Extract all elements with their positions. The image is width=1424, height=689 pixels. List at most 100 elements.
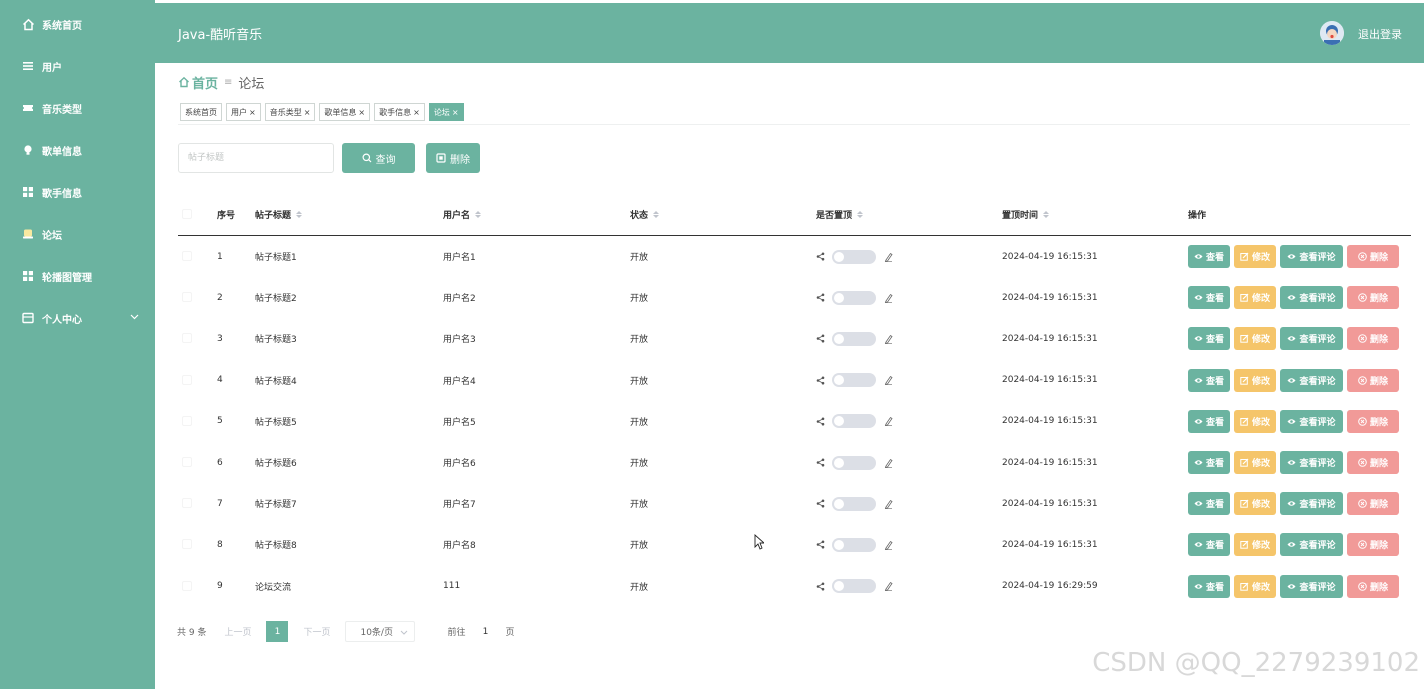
prev-page-button[interactable]: 上一页 [224, 625, 251, 638]
share-icon[interactable] [816, 252, 826, 261]
sidebar-item-singer[interactable]: 歌手信息 [0, 171, 155, 213]
sidebar-item-profile[interactable]: 个人中心 [0, 297, 155, 339]
share-icon[interactable] [816, 334, 826, 343]
column-header-status[interactable]: 状态 [630, 207, 660, 221]
column-header-pin-time[interactable]: 置顶时间 [1002, 207, 1050, 221]
query-button[interactable]: 查询 [342, 143, 415, 173]
sort-icon[interactable] [475, 210, 482, 218]
tag-home[interactable]: 系统首页 [180, 103, 222, 121]
view-comments-button[interactable]: 查看评论 [1280, 368, 1343, 392]
sidebar-item-forum[interactable]: 论坛 [0, 213, 155, 255]
share-icon[interactable] [816, 458, 826, 467]
pin-toggle-switch[interactable] [832, 249, 876, 264]
edit-button[interactable]: 修改 [1234, 409, 1276, 433]
select-all-checkbox[interactable] [182, 209, 192, 219]
edit-button[interactable]: 修改 [1234, 327, 1276, 351]
row-checkbox[interactable] [182, 292, 192, 303]
view-comments-button[interactable]: 查看评论 [1280, 245, 1343, 268]
share-icon[interactable] [816, 376, 826, 385]
delete-button[interactable]: 删除 [1347, 286, 1399, 310]
view-comments-button[interactable]: 查看评论 [1280, 533, 1343, 557]
view-comments-button[interactable]: 查看评论 [1280, 451, 1343, 474]
row-checkbox[interactable] [182, 415, 192, 426]
pin-toggle-switch[interactable] [832, 290, 876, 305]
column-header-title[interactable]: 帖子标题 [255, 207, 303, 221]
pin-toggle-switch[interactable] [832, 496, 876, 511]
share-icon[interactable] [816, 417, 826, 426]
view-button[interactable]: 查看 [1188, 574, 1230, 598]
pin-toggle-switch[interactable] [832, 537, 876, 552]
delete-button[interactable]: 删除 [1347, 574, 1399, 598]
close-icon[interactable]: × [358, 108, 365, 117]
delete-button[interactable]: 删除 [1347, 368, 1399, 392]
share-icon[interactable] [816, 499, 826, 508]
page-number-button[interactable]: 1 [266, 621, 289, 642]
delete-button[interactable]: 删除 [1347, 245, 1399, 268]
edit-button[interactable]: 修改 [1234, 533, 1276, 557]
row-checkbox[interactable] [182, 457, 192, 467]
view-comments-button[interactable]: 查看评论 [1280, 492, 1343, 516]
view-button[interactable]: 查看 [1188, 368, 1230, 392]
row-checkbox[interactable] [182, 498, 192, 509]
sidebar-item-music-type[interactable]: 音乐类型 [0, 87, 155, 129]
view-button[interactable]: 查看 [1188, 451, 1230, 474]
view-button[interactable]: 查看 [1188, 327, 1230, 351]
pin-toggle-switch[interactable] [832, 455, 876, 470]
edit-button[interactable]: 修改 [1234, 574, 1276, 598]
pen-icon[interactable] [884, 416, 893, 427]
view-button[interactable]: 查看 [1188, 409, 1230, 433]
share-icon[interactable] [816, 293, 826, 302]
goto-page-input[interactable] [471, 621, 500, 642]
search-input[interactable] [178, 143, 334, 173]
edit-button[interactable]: 修改 [1234, 451, 1276, 474]
batch-delete-button[interactable]: 删除 [426, 143, 480, 173]
tag-users[interactable]: 用户 × [226, 103, 261, 121]
tag-singer[interactable]: 歌手信息 × [374, 103, 425, 121]
avatar[interactable] [1320, 21, 1344, 45]
close-icon[interactable]: × [304, 108, 311, 117]
pin-toggle-switch[interactable] [832, 373, 876, 388]
share-icon[interactable] [816, 540, 826, 549]
view-comments-button[interactable]: 查看评论 [1280, 574, 1343, 598]
view-comments-button[interactable]: 查看评论 [1280, 409, 1343, 433]
edit-button[interactable]: 修改 [1234, 368, 1276, 392]
delete-button[interactable]: 删除 [1347, 492, 1399, 516]
row-checkbox[interactable] [182, 580, 192, 591]
pin-toggle-switch[interactable] [832, 414, 876, 429]
row-checkbox[interactable] [182, 333, 192, 344]
view-comments-button[interactable]: 查看评论 [1280, 286, 1343, 310]
sidebar-item-home[interactable]: 系统首页 [0, 3, 155, 45]
row-checkbox[interactable] [182, 539, 192, 550]
tag-playlist[interactable]: 歌单信息 × [319, 103, 371, 121]
delete-button[interactable]: 删除 [1347, 327, 1399, 351]
page-size-select[interactable]: 10条/页 [345, 621, 416, 642]
pin-toggle-switch[interactable] [832, 579, 876, 594]
column-header-user[interactable]: 用户名 [443, 207, 482, 221]
sort-icon[interactable] [296, 210, 303, 218]
tag-forum[interactable]: 论坛 × [428, 103, 464, 121]
close-icon[interactable]: × [413, 108, 420, 117]
pen-icon[interactable] [884, 293, 893, 303]
delete-button[interactable]: 删除 [1347, 451, 1399, 474]
breadcrumb-home[interactable]: 首页 [178, 73, 218, 92]
pen-icon[interactable] [884, 252, 893, 262]
edit-button[interactable]: 修改 [1234, 492, 1276, 516]
edit-button[interactable]: 修改 [1234, 286, 1276, 310]
tag-music-type[interactable]: 音乐类型 × [264, 103, 316, 121]
sort-icon[interactable] [857, 210, 864, 218]
pen-icon[interactable] [884, 458, 893, 468]
delete-button[interactable]: 删除 [1347, 533, 1399, 557]
pin-toggle-switch[interactable] [832, 331, 876, 346]
pen-icon[interactable] [884, 540, 893, 550]
row-checkbox[interactable] [182, 251, 192, 261]
column-header-pinned[interactable]: 是否置顶 [816, 207, 864, 221]
sort-icon[interactable] [1043, 210, 1050, 218]
next-page-button[interactable]: 下一页 [303, 625, 330, 638]
view-comments-button[interactable]: 查看评论 [1280, 327, 1343, 351]
pen-icon[interactable] [884, 499, 893, 509]
delete-button[interactable]: 删除 [1347, 409, 1399, 433]
sidebar-item-playlist[interactable]: 歌单信息 [0, 129, 155, 171]
pen-icon[interactable] [884, 334, 893, 344]
share-icon[interactable] [816, 582, 826, 591]
logout-button[interactable]: 退出登录 [1358, 26, 1402, 42]
